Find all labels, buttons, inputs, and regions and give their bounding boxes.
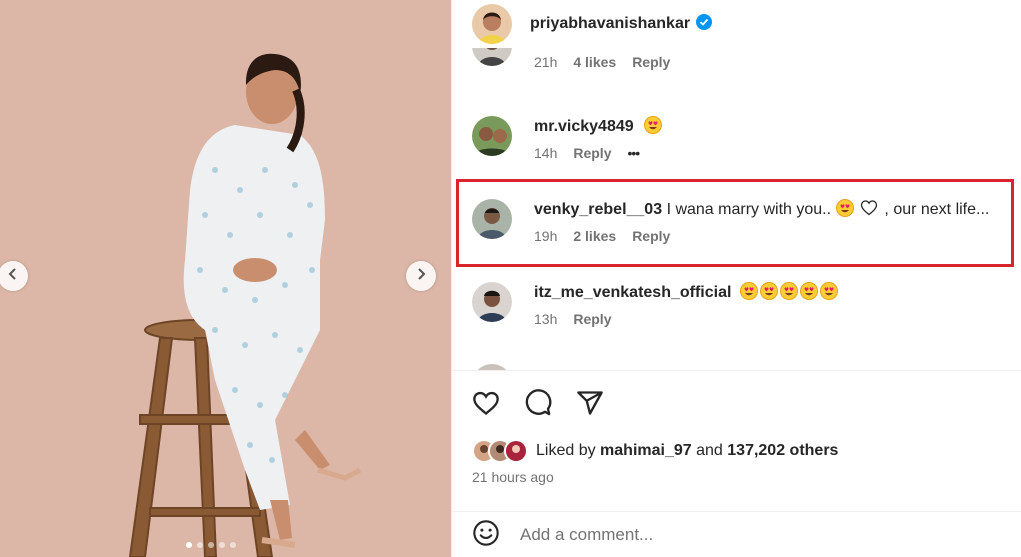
likes-summary: Liked by mahimai_97 and 137,202 others (472, 439, 838, 463)
liker-avatar (504, 439, 528, 463)
share-icon[interactable] (576, 389, 604, 422)
comment-icon[interactable] (524, 389, 552, 422)
commenter-avatar[interactable] (472, 48, 512, 66)
comment-time: 14h (534, 145, 558, 161)
comment-meta: 13h Reply (534, 311, 840, 327)
reply-button[interactable]: Reply (632, 54, 670, 70)
reply-button[interactable]: Reply (573, 145, 611, 161)
comment-time: 21h (534, 54, 558, 70)
emoji-group (739, 282, 840, 301)
carousel-dot (219, 542, 225, 548)
comment-item: 21h 4 likes Reply (472, 48, 1012, 70)
post-details-panel: priyabhavanishankar 21h 4 likes Reply mr… (451, 0, 1021, 557)
action-icons (472, 389, 604, 422)
comment-text: mr.vicky4849 (534, 116, 664, 137)
carousel-dot (208, 542, 214, 548)
next-slide-button[interactable] (406, 261, 436, 291)
heart-eyes-emoji (759, 282, 780, 301)
highlight-box (456, 179, 1014, 267)
commenter-avatar[interactable] (472, 282, 512, 322)
comment-username[interactable]: mr.vicky4849 (534, 118, 634, 135)
comment-meta: 14h Reply ••• (534, 145, 664, 161)
verified-badge-icon (696, 13, 713, 35)
carousel-dot (186, 542, 192, 548)
post-photo (0, 0, 451, 557)
comment-likes[interactable]: 4 likes (573, 54, 616, 70)
heart-eyes-emoji (644, 116, 664, 135)
emoji-picker-icon[interactable] (472, 519, 500, 552)
author-username[interactable]: priyabhavanishankar (530, 15, 690, 33)
post-image (0, 0, 451, 557)
chevron-right-icon (415, 267, 427, 285)
liked-by-and: and (696, 442, 723, 459)
comment-meta: 21h 4 likes Reply (534, 54, 670, 70)
more-options-icon[interactable]: ••• (627, 145, 640, 161)
carousel-dot (230, 542, 236, 548)
heart-icon[interactable] (472, 389, 500, 422)
carousel-indicator (186, 542, 236, 548)
comment-time: 13h (534, 311, 558, 327)
chevron-left-icon (7, 267, 19, 285)
comment-input[interactable] (520, 525, 1000, 545)
comment-item: mr.vicky4849 14h Reply ••• (472, 116, 1012, 161)
heart-eyes-emoji (799, 282, 820, 301)
liker-avatars[interactable] (472, 439, 528, 463)
liked-by-text: Liked by mahimai_97 and 137,202 others (536, 442, 838, 460)
liked-by-count[interactable]: 137,202 others (727, 442, 838, 459)
post-actions: Liked by mahimai_97 and 137,202 others 2… (452, 370, 1021, 557)
comment-username[interactable]: itz_me_venkatesh_official (534, 284, 731, 301)
heart-eyes-emoji (819, 282, 840, 301)
liked-by-prefix: Liked by (536, 442, 596, 459)
post-header: priyabhavanishankar (452, 0, 1021, 48)
reply-button[interactable]: Reply (573, 311, 611, 327)
author-avatar[interactable] (472, 4, 512, 44)
comment-item: itz_me_venkatesh_official 13h Reply (472, 282, 1012, 327)
heart-eyes-emoji (739, 282, 760, 301)
add-comment-bar (452, 511, 1021, 557)
comments-list[interactable]: 21h 4 likes Reply mr.vicky4849 14h Reply… (452, 48, 1021, 370)
carousel-dot (197, 542, 203, 548)
commenter-avatar[interactable] (472, 116, 512, 156)
post-time: 21 hours ago (472, 469, 554, 485)
comment-text: itz_me_venkatesh_official (534, 282, 840, 303)
heart-eyes-emoji (779, 282, 800, 301)
liked-by-user[interactable]: mahimai_97 (600, 442, 692, 459)
